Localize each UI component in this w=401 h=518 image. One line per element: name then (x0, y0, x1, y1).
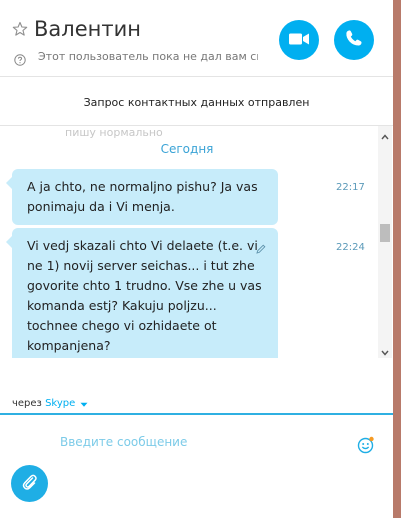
phone-icon (345, 29, 363, 51)
pencil-icon[interactable] (256, 240, 266, 254)
message-text: Vi vedj skazali chto Vi delaete (t.e. vi… (27, 238, 262, 353)
message-history[interactable]: пишу нормально Сегодня A ja chto, ne nor… (0, 126, 393, 358)
audio-call-button[interactable] (334, 20, 374, 60)
star-icon[interactable] (12, 21, 28, 37)
via-prefix: через (12, 398, 42, 409)
chat-scrollbar[interactable] (378, 126, 392, 358)
message-bubble[interactable]: Vi vedj skazali chto Vi delaete (t.e. vi… (6, 228, 278, 358)
message-time: 22:24 (336, 242, 365, 253)
message-bubble[interactable]: A ja chto, ne normaljno pishu? Ja vas po… (6, 169, 278, 225)
video-camera-icon (289, 31, 309, 50)
contact-status: Этот пользователь пока не дал вам св... (38, 50, 258, 63)
previous-message-fragment: пишу нормально (65, 126, 163, 139)
scrollbar-thumb[interactable] (380, 224, 390, 242)
day-separator: Сегодня (160, 142, 214, 156)
paperclip-icon (21, 473, 39, 495)
chevron-down-icon[interactable] (80, 400, 88, 407)
compose-divider (0, 413, 393, 415)
chevron-down-icon[interactable] (378, 344, 392, 356)
contact-request-notice: Запрос контактных данных отправлен (83, 96, 310, 109)
message-time: 22:17 (336, 182, 365, 193)
send-via-selector[interactable]: через Skype (12, 398, 88, 410)
contact-name[interactable]: Валентин (34, 16, 141, 42)
via-service-link[interactable]: Skype (45, 398, 75, 409)
video-call-button[interactable] (279, 20, 319, 60)
smiley-icon[interactable] (357, 436, 375, 454)
question-icon (14, 51, 26, 66)
chevron-up-icon[interactable] (378, 128, 392, 140)
conversation-header: Валентин Этот пользователь пока не дал в… (0, 0, 393, 76)
attach-button[interactable] (11, 465, 48, 502)
header-divider (0, 76, 393, 77)
window-frame-edge (393, 0, 401, 518)
conversation-window: Валентин Этот пользователь пока не дал в… (0, 0, 393, 518)
message-input[interactable] (60, 431, 340, 453)
message-text: A ja chto, ne normaljno pishu? Ja vas po… (27, 179, 258, 214)
